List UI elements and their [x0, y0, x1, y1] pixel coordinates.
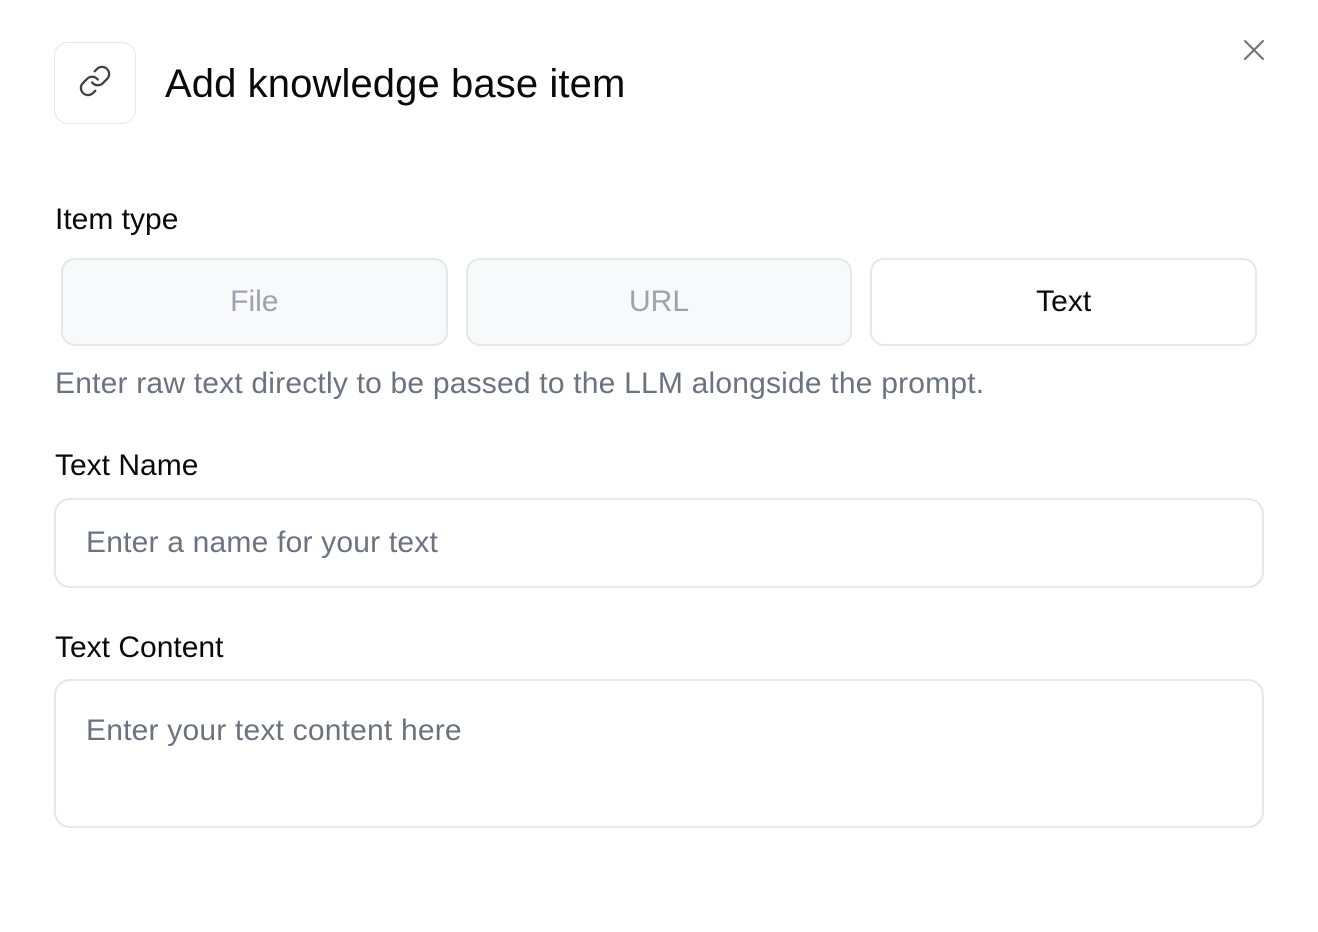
item-type-file-tab[interactable]: File: [61, 258, 448, 346]
text-name-label: Text Name: [55, 449, 199, 482]
dialog-title: Add knowledge base item: [165, 62, 626, 106]
item-type-help-text: Enter raw text directly to be passed to …: [55, 367, 985, 400]
item-type-text-tab[interactable]: Text: [870, 258, 1258, 346]
text-content-label: Text Content: [55, 631, 224, 664]
header-icon-container: [54, 42, 136, 124]
item-type-selector: File URL Text: [61, 258, 1258, 346]
item-type-url-tab[interactable]: URL: [465, 258, 853, 346]
close-button[interactable]: [1236, 34, 1272, 70]
link-icon: [78, 64, 112, 103]
item-type-label: Item type: [55, 203, 179, 236]
text-name-input[interactable]: [54, 498, 1264, 588]
add-knowledge-base-dialog: Add knowledge base item Item type File U…: [0, 0, 1318, 932]
text-content-textarea[interactable]: [54, 679, 1264, 828]
close-icon: [1242, 38, 1266, 67]
